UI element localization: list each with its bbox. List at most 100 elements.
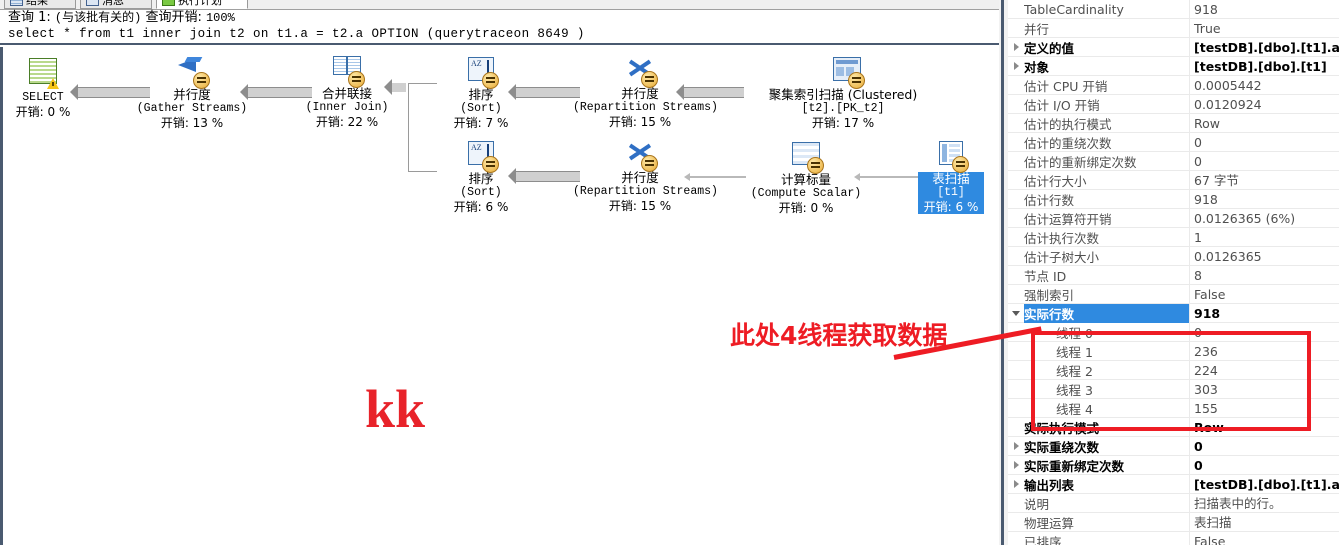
property-row[interactable]: 对象 [testDB].[dbo].[t1] <box>1008 56 1339 76</box>
property-row[interactable]: 实际重绕次数 0 <box>1008 436 1339 456</box>
plan-node-clustered-index-scan[interactable]: 聚集索引扫描 (Clustered) [t2].[PK_t2] 开销: 17 % <box>748 53 938 130</box>
property-name: 并行 <box>1024 21 1050 37</box>
property-value: 8 <box>1189 265 1339 285</box>
property-row[interactable]: 强制索引 False <box>1008 284 1339 304</box>
property-row[interactable]: 估计的执行模式 Row <box>1008 113 1339 133</box>
property-row[interactable]: 并行 True <box>1008 18 1339 38</box>
chevron-right-icon[interactable] <box>1008 461 1024 469</box>
property-row[interactable]: 估计子树大小 0.0126365 <box>1008 246 1339 266</box>
tab-execution-plan[interactable]: 执行计划 <box>156 0 248 9</box>
parallelism-repartition-icon <box>623 56 658 88</box>
property-value: 0 <box>1189 436 1339 456</box>
property-name: 估计执行次数 <box>1024 230 1100 246</box>
property-row[interactable]: 估计 CPU 开销 0.0005442 <box>1008 75 1339 95</box>
property-value: 1 <box>1189 227 1339 247</box>
property-name: 实际重绕次数 <box>1024 439 1100 455</box>
property-row[interactable]: 节点 ID 8 <box>1008 265 1339 285</box>
plan-node-merge-sublabel: (Inner Join) <box>305 101 389 114</box>
chevron-down-icon[interactable] <box>1008 310 1024 316</box>
plan-node-cidxscan-cost: 开销: 17 % <box>811 116 875 130</box>
property-row[interactable]: 估计执行次数 1 <box>1008 227 1339 247</box>
property-name: 估计 I/O 开销 <box>1024 97 1100 113</box>
annotation-highlight-box <box>1031 331 1311 431</box>
property-name: 估计运算符开销 <box>1024 211 1112 227</box>
plan-node-select[interactable]: SELECT 开销: 0 % <box>8 55 78 119</box>
plan-node-compute-scalar[interactable]: 计算标量 (Compute Scalar) 开销: 0 % <box>748 137 864 215</box>
chevron-right-icon[interactable] <box>1008 43 1024 51</box>
plan-node-sort-bottom-cost: 开销: 6 % <box>453 200 509 214</box>
plan-diagram-canvas[interactable]: SELECT 开销: 0 % 并行度 (Gather Streams) 开销: … <box>0 47 1000 545</box>
plan-node-repartition-top-label: 并行度 <box>621 86 659 101</box>
sort-icon <box>464 57 499 89</box>
property-name: TableCardinality <box>1024 1 1124 17</box>
property-row[interactable]: TableCardinality 918 <box>1008 0 1339 19</box>
query-sql-text: select * from t1 inner join t2 on t1.a =… <box>8 27 585 41</box>
plan-node-gather-cost: 开销: 13 % <box>160 116 224 130</box>
property-name: 估计的执行模式 <box>1024 116 1112 132</box>
arrow-repartition-to-sort-top <box>508 84 580 100</box>
plan-node-repartition-bottom[interactable]: 并行度 (Repartition Streams) 开销: 15 % <box>573 137 718 213</box>
property-row[interactable]: 估计 I/O 开销 0.0120924 <box>1008 94 1339 114</box>
plan-node-merge-label: 合并联接 <box>321 86 372 101</box>
property-value: False <box>1189 284 1339 304</box>
property-row[interactable]: 估计行数 918 <box>1008 189 1339 209</box>
property-row[interactable]: 输出列表 [testDB].[dbo].[t1].a, [testD <box>1008 474 1339 494</box>
property-row[interactable]: 估计运算符开销 0.0126365 (6%) <box>1008 208 1339 228</box>
chevron-right-icon[interactable] <box>1008 442 1024 450</box>
tab-results[interactable]: 结果 <box>4 0 76 9</box>
tab-messages[interactable]: 消息 <box>80 0 152 9</box>
property-value: [testDB].[dbo].[t1] <box>1189 56 1339 76</box>
property-row[interactable]: 估计行大小 67 字节 <box>1008 170 1339 190</box>
property-row[interactable]: 实际行数 918 <box>1008 303 1339 323</box>
property-row[interactable]: 说明 扫描表中的行。 <box>1008 493 1339 513</box>
property-value: 918 <box>1189 189 1339 209</box>
plan-node-merge-join[interactable]: 合并联接 (Inner Join) 开销: 22 % <box>295 53 399 129</box>
plan-node-repartition-top[interactable]: 并行度 (Repartition Streams) 开销: 15 % <box>573 53 718 129</box>
property-value: 918 <box>1189 303 1339 323</box>
parallelism-repartition-icon <box>623 140 658 172</box>
plan-node-gather-streams[interactable]: 并行度 (Gather Streams) 开销: 13 % <box>130 53 254 130</box>
property-value: 918 <box>1189 0 1339 19</box>
property-name: 估计子树大小 <box>1024 249 1100 265</box>
pane-splitter[interactable] <box>999 0 1008 545</box>
plan-node-table-scan[interactable]: 表扫描 [t1] 开销: 6 % <box>918 137 984 214</box>
property-row[interactable]: 估计的重绕次数 0 <box>1008 132 1339 152</box>
chevron-right-icon[interactable] <box>1008 480 1024 488</box>
property-row[interactable]: 物理运算 表扫描 <box>1008 512 1339 532</box>
query-cost-line: 查询 1: (与该批有关的) 查询开销: 100% <box>8 10 1000 26</box>
property-row[interactable]: 实际重新绑定次数 0 <box>1008 455 1339 475</box>
query-prefix: 查询 1: <box>8 10 55 25</box>
property-value: [testDB].[dbo].[t1].a, [testD <box>1189 474 1339 494</box>
plan-node-select-cost: 开销: 0 % <box>15 105 71 119</box>
plan-node-repartition-bottom-cost: 开销: 15 % <box>608 199 672 213</box>
property-name: 实际行数 <box>1024 303 1189 323</box>
plan-node-merge-cost: 开销: 22 % <box>315 115 379 129</box>
plan-node-repartition-top-cost: 开销: 15 % <box>608 115 672 129</box>
property-row[interactable]: 估计的重新绑定次数 0 <box>1008 151 1339 171</box>
plan-node-compute-scalar-cost: 开销: 0 % <box>778 201 834 215</box>
table-scan-icon <box>934 141 969 173</box>
property-value: 67 字节 <box>1189 170 1339 190</box>
property-value: True <box>1189 18 1339 38</box>
property-row[interactable]: 已排序 False <box>1008 531 1339 545</box>
property-value: 0.0126365 <box>1189 246 1339 266</box>
plan-node-sort-top[interactable]: 排序 (Sort) 开销: 7 % <box>443 53 519 130</box>
plan-node-sort-top-label: 排序 <box>468 87 494 102</box>
ssms-execution-plan-window: 结果 消息 执行计划 查询 1: (与该批有关的) 查询开销: 100% sel… <box>0 0 1339 545</box>
property-value: [testDB].[dbo].[t1].a, [testD <box>1189 37 1339 57</box>
property-value: 表扫描 <box>1189 512 1339 532</box>
plan-node-table-scan-sublabel: [t1] <box>918 186 984 200</box>
property-value: 0 <box>1189 455 1339 475</box>
property-name: 实际重新绑定次数 <box>1024 458 1125 474</box>
compute-scalar-icon <box>789 142 824 174</box>
query-cost-value: 100% <box>205 11 235 25</box>
properties-grid[interactable]: TableCardinality 918 并行 True 定义的值 [testDB].[d… <box>1008 0 1339 545</box>
property-name: 物理运算 <box>1024 515 1075 531</box>
watermark: kk <box>365 379 426 439</box>
chevron-right-icon[interactable] <box>1008 62 1024 70</box>
plan-node-sort-bottom[interactable]: 排序 (Sort) 开销: 6 % <box>443 137 519 214</box>
results-tabstrip: 结果 消息 执行计划 <box>0 0 1000 10</box>
property-name: 节点 ID <box>1024 268 1067 284</box>
property-row[interactable]: 定义的值 [testDB].[dbo].[t1].a, [testD <box>1008 37 1339 57</box>
merge-join-icon <box>330 56 365 88</box>
